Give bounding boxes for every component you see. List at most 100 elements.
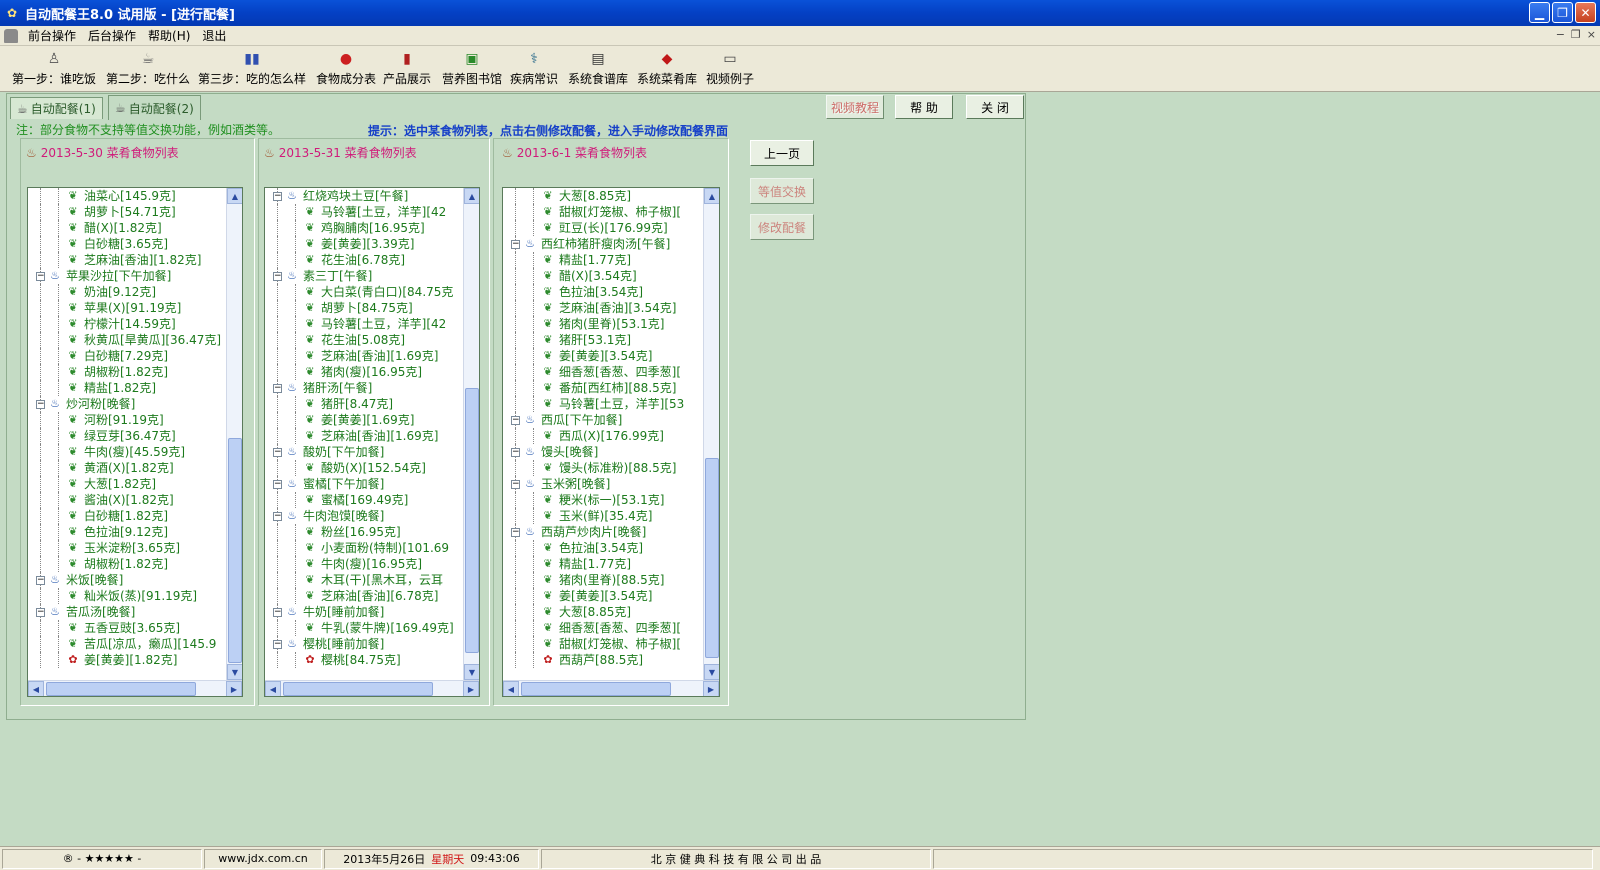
maximize-button[interactable]: ❐ — [1552, 2, 1573, 23]
tree-food-item[interactable]: ❦ 河粉[91.19克] — [28, 412, 226, 428]
tree-food-item[interactable]: ❦ 猪肝[8.47克] — [265, 396, 463, 412]
tree-food-item[interactable]: ❦ 苹果(X)[91.19克] — [28, 300, 226, 316]
close-window-button[interactable]: ✕ — [1575, 2, 1596, 23]
scroll-thumb[interactable] — [46, 682, 196, 696]
toolbar-video[interactable]: ▭ 视频例子 — [706, 48, 754, 90]
tree-food-item[interactable]: ❦ 色拉油[3.54克] — [503, 284, 703, 300]
scroll-left-icon[interactable]: ◀ — [265, 681, 281, 696]
tree-food-item[interactable]: ❦ 姜[黄姜][3.39克] — [265, 236, 463, 252]
tree-food-item[interactable]: ❦ 玉米(鲜)[35.4克] — [503, 508, 703, 524]
collapse-icon[interactable]: − — [273, 384, 282, 393]
tree-food-item[interactable]: ❦ 黄酒(X)[1.82克] — [28, 460, 226, 476]
tree-food-item[interactable]: ❦ 花生油[6.78克] — [265, 252, 463, 268]
tree-food-item[interactable]: ❦ 胡椒粉[1.82克] — [28, 364, 226, 380]
tree-meal-node[interactable]: − ♨ 酸奶[下午加餐] — [265, 444, 463, 460]
food-tree-day-3[interactable]: ❦ 大葱[8.85克] ❦ 甜椒[灯笼椒、柿子椒][❦ 豇豆(长)[176.99克] − ♨… — [502, 187, 720, 697]
horizontal-scrollbar[interactable]: ◀ ▶ — [28, 680, 242, 696]
toolbar-step2[interactable]: ☕ 第二步：吃什么 — [106, 48, 190, 90]
mdi-restore-icon[interactable]: ❐ — [1571, 28, 1581, 41]
tree-food-item[interactable]: ❦ 马铃薯[土豆，洋芋][42 — [265, 204, 463, 220]
tree-food-item[interactable]: ❦ 玉米淀粉[3.65克] — [28, 540, 226, 556]
tree-food-item[interactable]: ❦ 色拉油[3.54克] — [503, 540, 703, 556]
collapse-icon[interactable]: − — [511, 448, 520, 457]
toolbar-recipe-db[interactable]: ▤ 系统食谱库 — [568, 48, 628, 90]
tree-food-item[interactable]: ❦ 细香葱[香葱、四季葱][ — [503, 364, 703, 380]
vertical-scrollbar[interactable]: ▲ ▼ — [226, 188, 242, 680]
tree-food-item[interactable]: ❦ 花生油[5.08克] — [265, 332, 463, 348]
tree-food-item[interactable]: ❦ 蜜橘[169.49克] — [265, 492, 463, 508]
tree-meal-node[interactable]: − ♨ 玉米粥[晚餐] — [503, 476, 703, 492]
collapse-icon[interactable]: − — [36, 400, 45, 409]
tree-food-item[interactable]: ❦ 精盐[1.82克] — [28, 380, 226, 396]
collapse-icon[interactable]: − — [273, 608, 282, 617]
tree-food-item[interactable]: ❦ 甜椒[灯笼椒、柿子椒][ — [503, 204, 703, 220]
collapse-icon[interactable]: − — [273, 448, 282, 457]
collapse-icon[interactable]: − — [36, 576, 45, 585]
tree-food-item[interactable]: ❦ 油菜心[145.9克] — [28, 188, 226, 204]
tree-meal-node[interactable]: − ♨ 馒头[晚餐] — [503, 444, 703, 460]
collapse-icon[interactable]: − — [273, 512, 282, 521]
tree-food-item[interactable]: ❦ 猪肉(瘦)[16.95克] — [265, 364, 463, 380]
prev-page-button[interactable]: 上一页 — [750, 140, 814, 166]
collapse-icon[interactable]: − — [511, 528, 520, 537]
scroll-thumb[interactable] — [228, 438, 242, 663]
tree-food-item[interactable]: ❦ 馒头(标准粉)[88.5克] — [503, 460, 703, 476]
tree-meal-node[interactable]: − ♨ 西红柿猪肝瘦肉汤[午餐] — [503, 236, 703, 252]
tree-food-item[interactable]: ❦ 马铃薯[土豆，洋芋][53 — [503, 396, 703, 412]
tree-food-item[interactable]: ❦ 奶油[9.12克] — [28, 284, 226, 300]
tree-food-item[interactable]: ✿ 樱桃[84.75克] — [265, 652, 463, 668]
scroll-right-icon[interactable]: ▶ — [226, 681, 242, 696]
tree-food-item[interactable]: ❦ 姜[黄姜][1.69克] — [265, 412, 463, 428]
tree-food-item[interactable]: ❦ 酱油(X)[1.82克] — [28, 492, 226, 508]
tree-food-item[interactable]: ❦ 牛肉(瘦)[45.59克] — [28, 444, 226, 460]
scroll-down-icon[interactable]: ▼ — [227, 664, 242, 680]
vertical-scrollbar[interactable]: ▲ ▼ — [703, 188, 719, 680]
tree-meal-node[interactable]: − ♨ 蜜橘[下午加餐] — [265, 476, 463, 492]
tree-food-item[interactable]: ❦ 小麦面粉(特制)[101.69 — [265, 540, 463, 556]
scroll-thumb[interactable] — [705, 458, 719, 658]
scroll-up-icon[interactable]: ▲ — [227, 188, 242, 204]
food-tree-day-1[interactable]: ❦ 油菜心[145.9克] ❦ 胡萝卜[54.71克] ❦ 醋(X)[1.82克] ❦ 白砂糖… — [27, 187, 243, 697]
tree-meal-node[interactable]: − ♨ 苹果沙拉[下午加餐] — [28, 268, 226, 284]
tree-food-item[interactable]: ❦ 姜[黄姜][3.54克] — [503, 588, 703, 604]
tab-auto-meal-2[interactable]: ☕ 自动配餐(2) — [108, 95, 201, 120]
tree-meal-node[interactable]: − ♨ 猪肝汤[午餐] — [265, 380, 463, 396]
collapse-icon[interactable]: − — [36, 272, 45, 281]
scroll-right-icon[interactable]: ▶ — [703, 681, 719, 696]
tree-food-item[interactable]: ❦ 苦瓜[凉瓜，癞瓜][145.9 — [28, 636, 226, 652]
tree-food-item[interactable]: ❦ 芝麻油[香油][1.69克] — [265, 428, 463, 444]
equal-exchange-button[interactable]: 等值交换 — [750, 178, 814, 204]
tree-food-item[interactable]: ❦ 白砂糖[1.82克] — [28, 508, 226, 524]
collapse-icon[interactable]: − — [511, 240, 520, 249]
tab-auto-meal-1[interactable]: ☕ 自动配餐(1) — [10, 97, 103, 119]
scroll-left-icon[interactable]: ◀ — [503, 681, 519, 696]
tree-food-item[interactable]: ❦ 西瓜(X)[176.99克] — [503, 428, 703, 444]
collapse-icon[interactable]: − — [273, 272, 282, 281]
video-tutorial-button[interactable]: 视频教程 — [826, 95, 884, 119]
tree-food-item[interactable]: ❦ 芝麻油[香油][3.54克] — [503, 300, 703, 316]
tree-meal-node[interactable]: − ♨ 炒河粉[晚餐] — [28, 396, 226, 412]
menu-help[interactable]: 帮助(H) — [142, 27, 196, 44]
tree-food-item[interactable]: ❦ 胡椒粉[1.82克] — [28, 556, 226, 572]
tree-food-item[interactable]: ❦ 芝麻油[香油][1.69克] — [265, 348, 463, 364]
toolbar-step3[interactable]: ▮▮ 第三步：吃的怎么样 — [198, 48, 306, 90]
close-button[interactable]: 关 闭 — [966, 95, 1024, 119]
menu-front-ops[interactable]: 前台操作 — [22, 27, 82, 44]
tree-food-item[interactable]: ✿ 西葫芦[88.5克] — [503, 652, 703, 668]
tree-food-item[interactable]: ❦ 大葱[8.85克] — [503, 188, 703, 204]
scroll-thumb[interactable] — [465, 388, 479, 653]
scroll-down-icon[interactable]: ▼ — [704, 664, 719, 680]
tree-food-item[interactable]: ❦ 牛乳(蒙牛牌)[169.49克] — [265, 620, 463, 636]
tree-meal-node[interactable]: − ♨ 牛奶[睡前加餐] — [265, 604, 463, 620]
scroll-left-icon[interactable]: ◀ — [28, 681, 44, 696]
tree-food-item[interactable]: ❦ 番茄[西红柿][88.5克] — [503, 380, 703, 396]
tree-food-item[interactable]: ❦ 牛肉(瘦)[16.95克] — [265, 556, 463, 572]
tree-food-item[interactable]: ❦ 细香葱[香葱、四季葱][ — [503, 620, 703, 636]
collapse-icon[interactable]: − — [511, 480, 520, 489]
tree-food-item[interactable]: ❦ 精盐[1.77克] — [503, 252, 703, 268]
toolbar-disease[interactable]: ⚕ 疾病常识 — [510, 48, 558, 90]
tree-food-item[interactable]: ❦ 柠檬汁[14.59克] — [28, 316, 226, 332]
tree-food-item[interactable]: ❦ 芝麻油[香油][1.82克] — [28, 252, 226, 268]
tree-food-item[interactable]: ❦ 猪肉(里脊)[53.1克] — [503, 316, 703, 332]
tree-food-item[interactable]: ✿ 姜[黄姜][1.82克] — [28, 652, 226, 668]
